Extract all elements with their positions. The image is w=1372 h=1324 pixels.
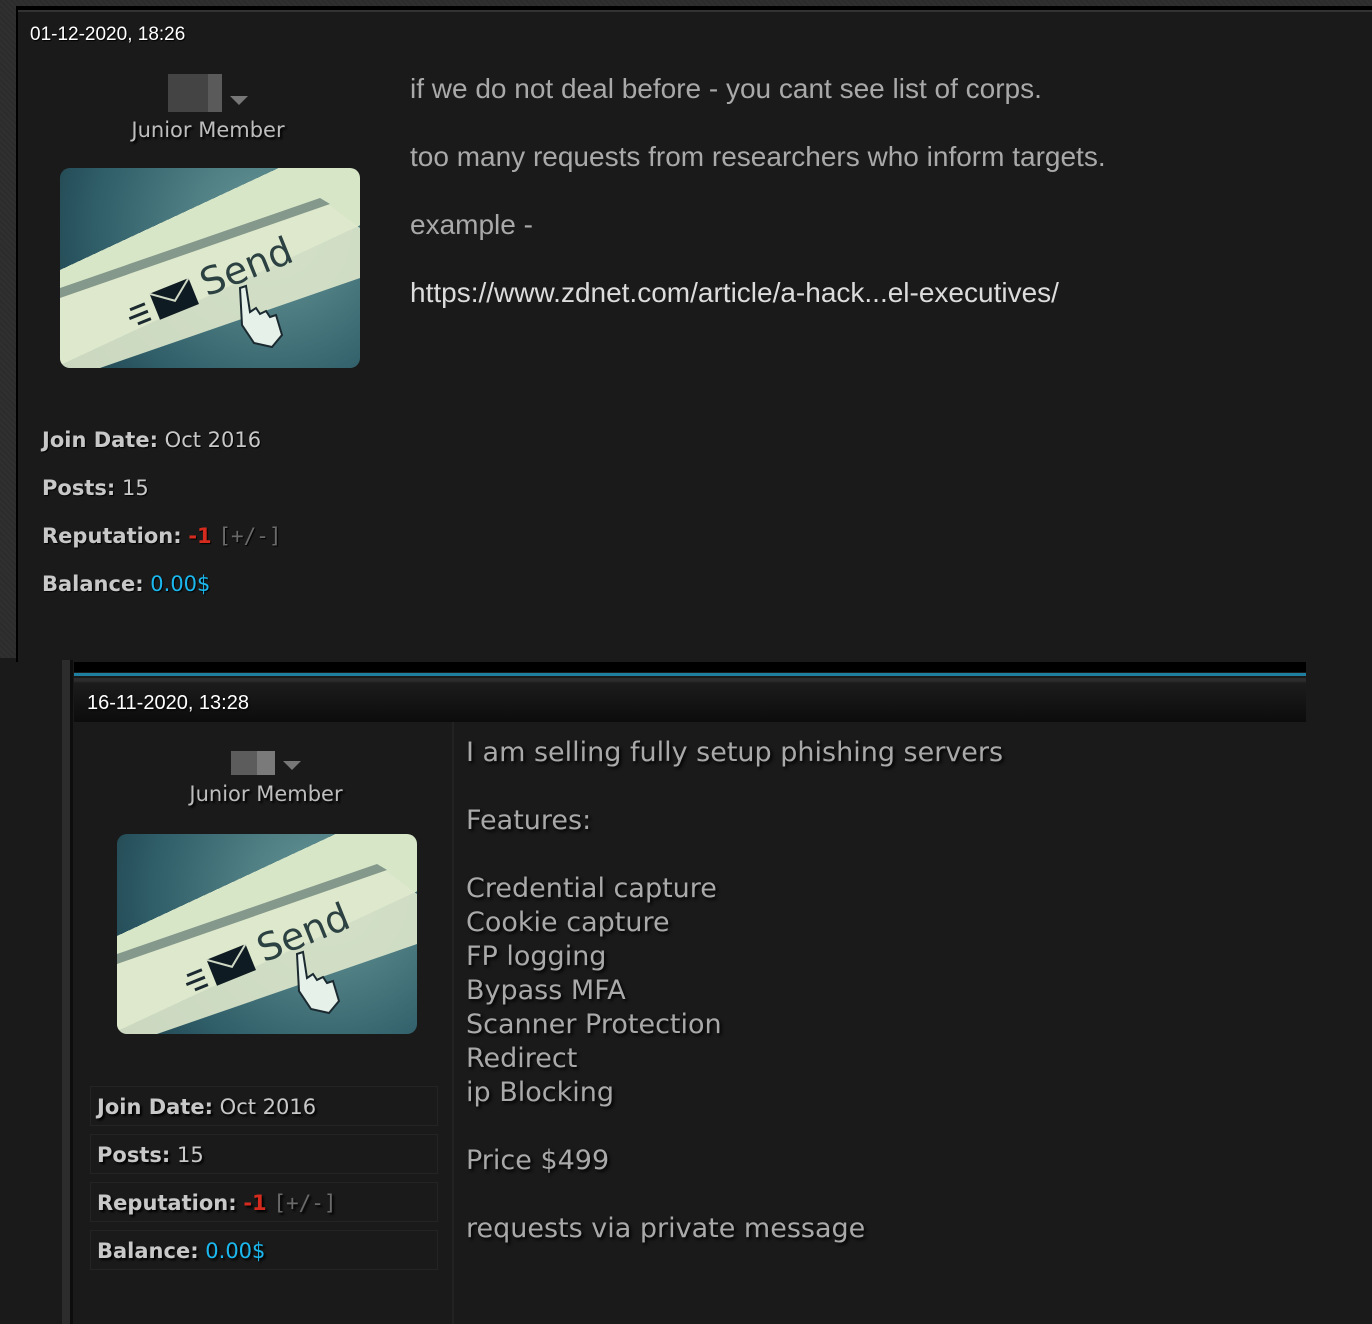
post-left-border (70, 660, 73, 1324)
feature-item: FP logging (466, 941, 607, 972)
message-intro: I am selling fully setup phishing server… (466, 737, 1004, 768)
balance-row: Balance: 0.00$ (42, 572, 282, 620)
posts-label: Posts: (97, 1143, 171, 1167)
caret-down-icon[interactable] (283, 760, 301, 770)
feature-item: Credential capture (466, 873, 717, 904)
reputation-row: Reputation: -1 [+/-] (42, 524, 282, 572)
post-message: I am selling fully setup phishing server… (466, 736, 1003, 1246)
feature-item: Scanner Protection (466, 1009, 722, 1040)
balance-label: Balance: (97, 1239, 199, 1263)
avatar: Send (60, 168, 360, 368)
feature-item: ip Blocking (466, 1077, 614, 1108)
reputation-label: Reputation: (42, 524, 182, 548)
username-menu[interactable] (116, 748, 416, 778)
user-title: Junior Member (189, 782, 343, 806)
post-header-bar (74, 662, 1306, 672)
post-date: 01-12-2020, 18:26 (30, 24, 186, 45)
message-link[interactable]: https://www.zdnet.com/article/a-hack...e… (410, 276, 1106, 310)
accent-line (74, 673, 1306, 676)
message-line: too many requests from researchers who i… (410, 141, 1106, 172)
post-1: 01-12-2020, 18:26 Junior Member Send Joi… (16, 6, 1372, 662)
feature-item: Bypass MFA (466, 975, 626, 1006)
post-2-container: 16-11-2020, 13:28 Junior Member Send Joi… (62, 660, 1306, 1324)
message-line: example - (410, 209, 533, 240)
price-text: Price $499 (466, 1145, 610, 1176)
balance-value: 0.00$ (205, 1239, 266, 1263)
join-date-value: Oct 2016 (164, 428, 262, 452)
posts-row: Posts: 15 (42, 476, 282, 524)
user-stats: Join Date: Oct 2016 Posts: 15 Reputation… (42, 428, 282, 620)
feature-item: Redirect (466, 1043, 578, 1074)
join-date-label: Join Date: (42, 428, 158, 452)
user-info: Junior Member (116, 748, 416, 806)
post-date: 16-11-2020, 13:28 (87, 692, 249, 714)
avatar: Send (117, 834, 417, 1034)
reputation-value: -1 (243, 1191, 267, 1215)
reputation-value: -1 (188, 524, 212, 548)
posts-value: 15 (176, 1143, 204, 1167)
message-line: if we do not deal before - you cant see … (410, 73, 1042, 104)
reputation-label: Reputation: (97, 1191, 237, 1215)
user-title: Junior Member (131, 118, 285, 142)
post-top-border (18, 10, 1372, 12)
username-redacted[interactable] (168, 74, 222, 112)
join-date-label: Join Date: (97, 1095, 213, 1119)
user-sidebar: Junior Member Send Join Date: Oct 2016 P… (76, 722, 454, 1324)
join-date-row: Join Date: Oct 2016 (42, 428, 282, 476)
balance-label: Balance: (42, 572, 144, 596)
reputation-vote-link[interactable]: [+/-] (273, 1191, 336, 1215)
send-button-image-icon: Send (117, 864, 417, 1034)
balance-row: Balance: 0.00$ (90, 1230, 438, 1270)
join-date-row: Join Date: Oct 2016 (90, 1086, 438, 1126)
posts-row: Posts: 15 (90, 1134, 438, 1174)
send-button-image-icon: Send (60, 198, 360, 368)
username-redacted[interactable] (231, 751, 275, 775)
user-info: Junior Member (58, 74, 358, 142)
posts-value: 15 (121, 476, 149, 500)
reputation-row: Reputation: -1 [+/-] (90, 1182, 438, 1222)
post-message: if we do not deal before - you cant see … (410, 72, 1106, 344)
contact-text: requests via private message (466, 1213, 866, 1244)
feature-item: Cookie capture (466, 907, 670, 938)
post-header: 16-11-2020, 13:28 (74, 678, 1306, 722)
caret-down-icon[interactable] (230, 95, 248, 105)
reputation-vote-link[interactable]: [+/-] (218, 524, 281, 548)
post-2: 16-11-2020, 13:28 Junior Member Send Joi… (74, 660, 1306, 1324)
balance-value: 0.00$ (150, 572, 211, 596)
join-date-value: Oct 2016 (219, 1095, 317, 1119)
features-heading: Features: (466, 805, 592, 836)
user-stats: Join Date: Oct 2016 Posts: 15 Reputation… (90, 1086, 438, 1278)
username-menu[interactable] (58, 74, 358, 112)
posts-label: Posts: (42, 476, 116, 500)
